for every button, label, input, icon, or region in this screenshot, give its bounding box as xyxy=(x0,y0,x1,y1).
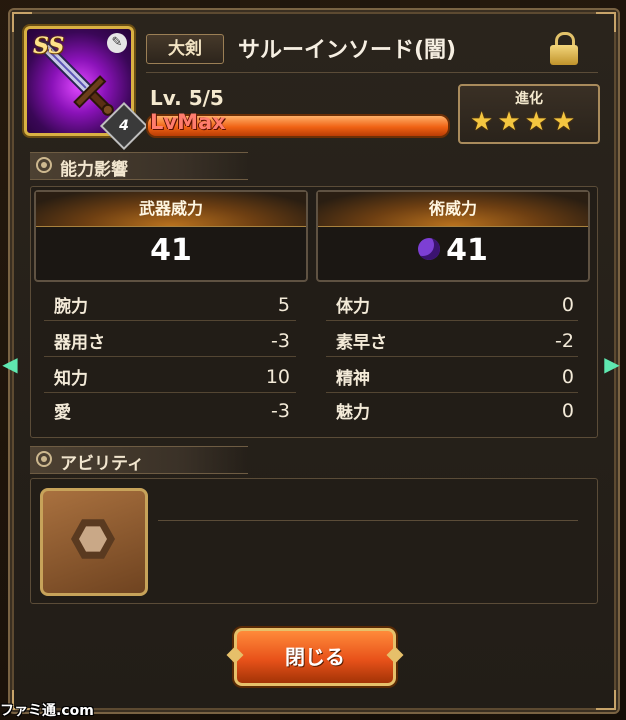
rank-badge: SS xyxy=(33,33,65,59)
weapon-power-card: 武器威力 41 xyxy=(34,190,308,282)
stat-label-strength: 腕力 xyxy=(54,297,88,317)
level-label: Lv. 5/5 xyxy=(150,86,224,110)
stat-label-charm: 魅力 xyxy=(336,403,370,423)
row-divider xyxy=(44,320,296,321)
ability-section-header: アビリティ xyxy=(30,446,248,474)
stat-value-vitality: 0 xyxy=(561,294,574,316)
stat-value-love: -3 xyxy=(271,400,290,422)
ability-empty-line xyxy=(158,520,578,521)
stats-section-header: 能力影響 xyxy=(30,152,248,180)
stat-value-intelligence: 10 xyxy=(265,366,290,388)
stat-value-strength: 5 xyxy=(277,294,290,316)
evolution-label: 進化 xyxy=(515,91,543,107)
stat-label-love: 愛 xyxy=(54,403,71,423)
star-icon: ★ xyxy=(497,107,521,137)
evolution-box: 進化 ★ ★ ★ ★ xyxy=(458,84,600,144)
weapon-power-value: 41 xyxy=(150,233,192,268)
stat-label-agility: 素早さ xyxy=(336,333,387,353)
stat-value-spirit: 0 xyxy=(561,366,574,388)
star-icon: ★ xyxy=(470,107,494,137)
close-button[interactable]: 閉じる xyxy=(234,628,396,686)
row-divider xyxy=(326,356,578,357)
stat-label-intelligence: 知力 xyxy=(54,369,88,389)
weapon-power-label: 武器威力 xyxy=(36,192,306,227)
skill-power-card: 術威力 41 xyxy=(316,190,590,282)
lvmax-label: LvMax xyxy=(150,110,226,134)
gear-icon xyxy=(36,157,52,173)
row-divider xyxy=(44,392,296,393)
stat-label-vitality: 体力 xyxy=(336,297,370,317)
evolution-stars: ★ ★ ★ ★ xyxy=(470,108,575,136)
skill-power-value: 41 xyxy=(446,233,488,268)
row-divider xyxy=(326,320,578,321)
next-arrow-icon[interactable]: ▶ xyxy=(604,352,620,376)
stat-value-dexterity: -3 xyxy=(271,330,290,352)
skill-power-label: 術威力 xyxy=(318,192,588,227)
dark-moon-icon xyxy=(418,237,441,260)
star-icon: ★ xyxy=(551,107,576,137)
section-title: 能力影響 xyxy=(60,160,128,180)
section-title: アビリティ xyxy=(60,454,144,474)
watermark-logo: ファミ通.com xyxy=(0,703,94,719)
lock-icon[interactable] xyxy=(550,32,578,66)
prev-arrow-icon[interactable]: ◀ xyxy=(2,352,18,376)
stat-value-agility: -2 xyxy=(555,330,574,352)
stat-label-dexterity: 器用さ xyxy=(54,333,105,353)
corner-ornament xyxy=(596,690,616,710)
row-divider xyxy=(326,392,578,393)
star-icon: ★ xyxy=(524,107,548,137)
weapon-category-tag: 大剣 xyxy=(146,34,224,64)
weapon-name: サルーインソード(闇) xyxy=(238,38,457,63)
gear-icon xyxy=(36,451,52,467)
corner-ornament xyxy=(596,12,616,32)
ability-slot[interactable] xyxy=(40,488,148,596)
pen-icon[interactable]: ✎ xyxy=(107,33,127,53)
stat-value-charm: 0 xyxy=(561,400,574,422)
row-divider xyxy=(44,356,296,357)
stat-label-spirit: 精神 xyxy=(336,369,370,389)
weapon-icon[interactable]: SS ✎ 4 xyxy=(24,26,149,151)
divider xyxy=(146,72,598,73)
